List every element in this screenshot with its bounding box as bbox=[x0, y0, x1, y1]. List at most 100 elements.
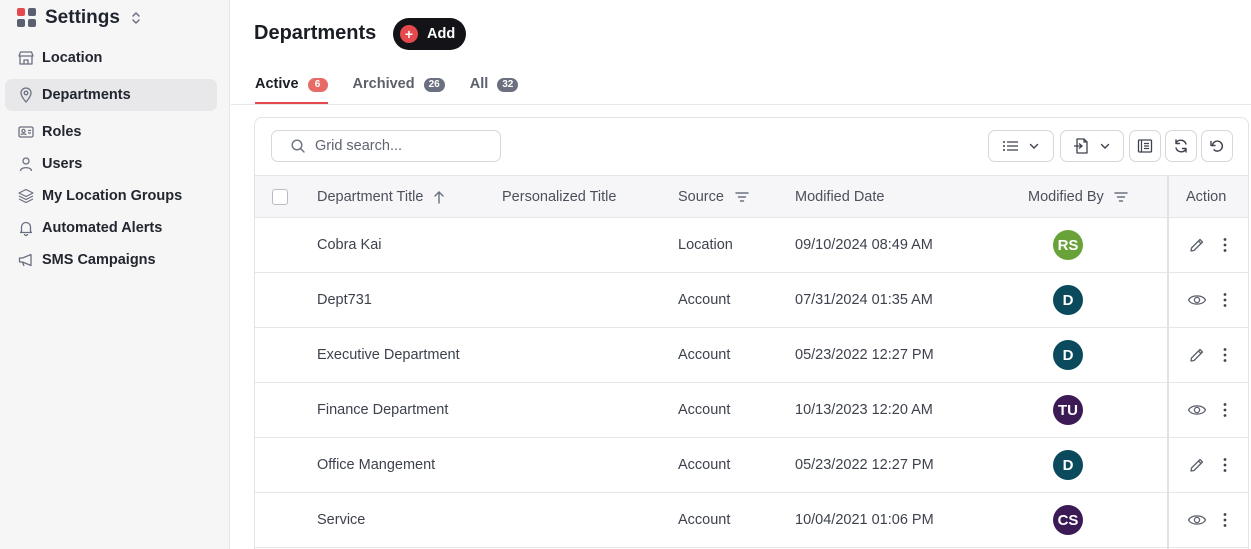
view-button[interactable] bbox=[1187, 290, 1207, 310]
cell-source: Account bbox=[678, 457, 731, 473]
sidebar: Settings Location Departments Roles User… bbox=[0, 0, 230, 549]
cell-department-title: Cobra Kai bbox=[317, 237, 382, 253]
export-file-icon bbox=[1074, 138, 1088, 154]
view-button[interactable] bbox=[1187, 400, 1207, 420]
row-menu-button[interactable] bbox=[1215, 400, 1235, 420]
store-icon bbox=[18, 51, 34, 65]
columns-icon bbox=[1137, 139, 1153, 153]
tab-label: All bbox=[469, 76, 489, 92]
cell-department-title: Service bbox=[317, 512, 366, 528]
sidebar-item-users[interactable]: Users bbox=[5, 148, 217, 180]
cell-department-title: Finance Department bbox=[317, 402, 449, 418]
pencil-icon bbox=[1190, 348, 1204, 362]
pencil-icon bbox=[1190, 238, 1204, 252]
row-menu-button[interactable] bbox=[1215, 290, 1235, 310]
add-department-button[interactable]: + Add bbox=[393, 18, 466, 50]
id-card-icon bbox=[18, 126, 34, 138]
cell-source: Account bbox=[678, 347, 731, 363]
sidebar-item-my-location-groups[interactable]: My Location Groups bbox=[5, 180, 217, 212]
edit-button[interactable] bbox=[1187, 455, 1207, 475]
megaphone-icon bbox=[18, 253, 32, 267]
grid-search[interactable] bbox=[271, 130, 501, 162]
row-menu-button[interactable] bbox=[1215, 455, 1235, 475]
table-row[interactable]: Executive Department Account 05/23/2022 12… bbox=[255, 328, 1248, 383]
grid-header: Department Title Personalized Title Sour… bbox=[255, 175, 1248, 218]
eye-icon bbox=[1187, 405, 1207, 415]
table-row[interactable]: Service Account 10/04/2021 01:06 PM CS bbox=[255, 493, 1248, 548]
sidebar-item-automated-alerts[interactable]: Automated Alerts bbox=[5, 212, 217, 244]
column-header-modified-by[interactable]: Modified By bbox=[1028, 176, 1129, 217]
undo-icon bbox=[1210, 140, 1224, 152]
tab-all[interactable]: All 32 bbox=[470, 68, 519, 104]
column-header-modified-date[interactable]: Modified Date bbox=[795, 176, 884, 217]
app-switcher[interactable]: Settings bbox=[17, 6, 142, 30]
cell-department-title: Dept731 bbox=[317, 292, 372, 308]
row-menu-button[interactable] bbox=[1215, 510, 1235, 530]
cell-modified-date: 07/31/2024 01:35 AM bbox=[795, 292, 933, 308]
count-badge: 6 bbox=[307, 78, 328, 92]
layers-icon bbox=[18, 188, 34, 204]
avatar: RS bbox=[1053, 230, 1083, 260]
more-vertical-icon bbox=[1223, 348, 1227, 362]
tab-archived[interactable]: Archived 26 bbox=[353, 68, 445, 104]
column-header-department-title[interactable]: Department Title bbox=[317, 176, 446, 217]
sidebar-item-roles[interactable]: Roles bbox=[5, 116, 217, 148]
sidebar-item-label: Location bbox=[42, 50, 103, 66]
more-vertical-icon bbox=[1223, 403, 1227, 417]
cell-modified-date: 05/23/2022 12:27 PM bbox=[795, 457, 934, 473]
map-pin-icon bbox=[20, 87, 32, 103]
avatar: D bbox=[1053, 285, 1083, 315]
filter-icon[interactable] bbox=[1113, 190, 1129, 204]
table-row[interactable]: Dept731 Account 07/31/2024 01:35 AM D bbox=[255, 273, 1248, 328]
table-row[interactable]: Office Mangement Account 05/23/2022 12:27 … bbox=[255, 438, 1248, 493]
view-button[interactable] bbox=[1187, 510, 1207, 530]
cell-modified-date: 05/23/2022 12:27 PM bbox=[795, 347, 934, 363]
column-header-source[interactable]: Source bbox=[678, 176, 750, 217]
count-badge: 26 bbox=[423, 78, 445, 92]
tab-active[interactable]: Active 6 bbox=[255, 68, 328, 104]
eye-icon bbox=[1187, 295, 1207, 305]
departments-grid: Department Title Personalized Title Sour… bbox=[254, 117, 1249, 549]
sidebar-item-sms-campaigns[interactable]: SMS Campaigns bbox=[5, 244, 217, 276]
export-dropdown[interactable] bbox=[1060, 130, 1124, 162]
tab-label: Active bbox=[255, 76, 299, 92]
avatar: TU bbox=[1053, 395, 1083, 425]
column-label: Modified By bbox=[1028, 188, 1104, 205]
avatar: D bbox=[1053, 450, 1083, 480]
filter-icon[interactable] bbox=[734, 190, 750, 204]
more-vertical-icon bbox=[1223, 238, 1227, 252]
cell-source: Account bbox=[678, 402, 731, 418]
table-row[interactable]: Cobra Kai Location 09/10/2024 08:49 AM RS bbox=[255, 218, 1248, 273]
reset-button[interactable] bbox=[1201, 130, 1233, 162]
pinned-column-divider bbox=[1167, 175, 1169, 549]
chevron-down-icon bbox=[1029, 143, 1039, 149]
avatar: D bbox=[1053, 340, 1083, 370]
sidebar-item-location[interactable]: Location bbox=[5, 42, 217, 74]
row-menu-button[interactable] bbox=[1215, 345, 1235, 365]
cell-department-title: Office Mangement bbox=[317, 457, 436, 473]
column-header-personalized-title[interactable]: Personalized Title bbox=[502, 176, 616, 217]
more-vertical-icon bbox=[1223, 458, 1227, 472]
refresh-icon bbox=[1175, 139, 1187, 153]
column-view-dropdown[interactable] bbox=[988, 130, 1054, 162]
column-label: Source bbox=[678, 188, 724, 205]
more-vertical-icon bbox=[1223, 293, 1227, 307]
refresh-button[interactable] bbox=[1165, 130, 1197, 162]
edit-button[interactable] bbox=[1187, 345, 1207, 365]
search-input[interactable] bbox=[315, 138, 495, 154]
select-all-checkbox[interactable] bbox=[272, 189, 288, 205]
edit-button[interactable] bbox=[1187, 235, 1207, 255]
table-row[interactable]: Finance Department Account 10/13/2023 12:2… bbox=[255, 383, 1248, 438]
pencil-icon bbox=[1190, 458, 1204, 472]
app-grid-icon bbox=[17, 8, 37, 28]
row-menu-button[interactable] bbox=[1215, 235, 1235, 255]
sidebar-item-departments[interactable]: Departments bbox=[5, 79, 217, 111]
cell-modified-date: 09/10/2024 08:49 AM bbox=[795, 237, 933, 253]
column-header-action: Action bbox=[1186, 176, 1226, 217]
columns-panel-button[interactable] bbox=[1129, 130, 1161, 162]
sidebar-item-label: SMS Campaigns bbox=[42, 252, 156, 268]
cell-modified-date: 10/04/2021 01:06 PM bbox=[795, 512, 934, 528]
column-label: Personalized Title bbox=[502, 188, 617, 205]
sort-ascending-icon bbox=[434, 190, 445, 204]
page-title: Departments bbox=[254, 22, 377, 44]
